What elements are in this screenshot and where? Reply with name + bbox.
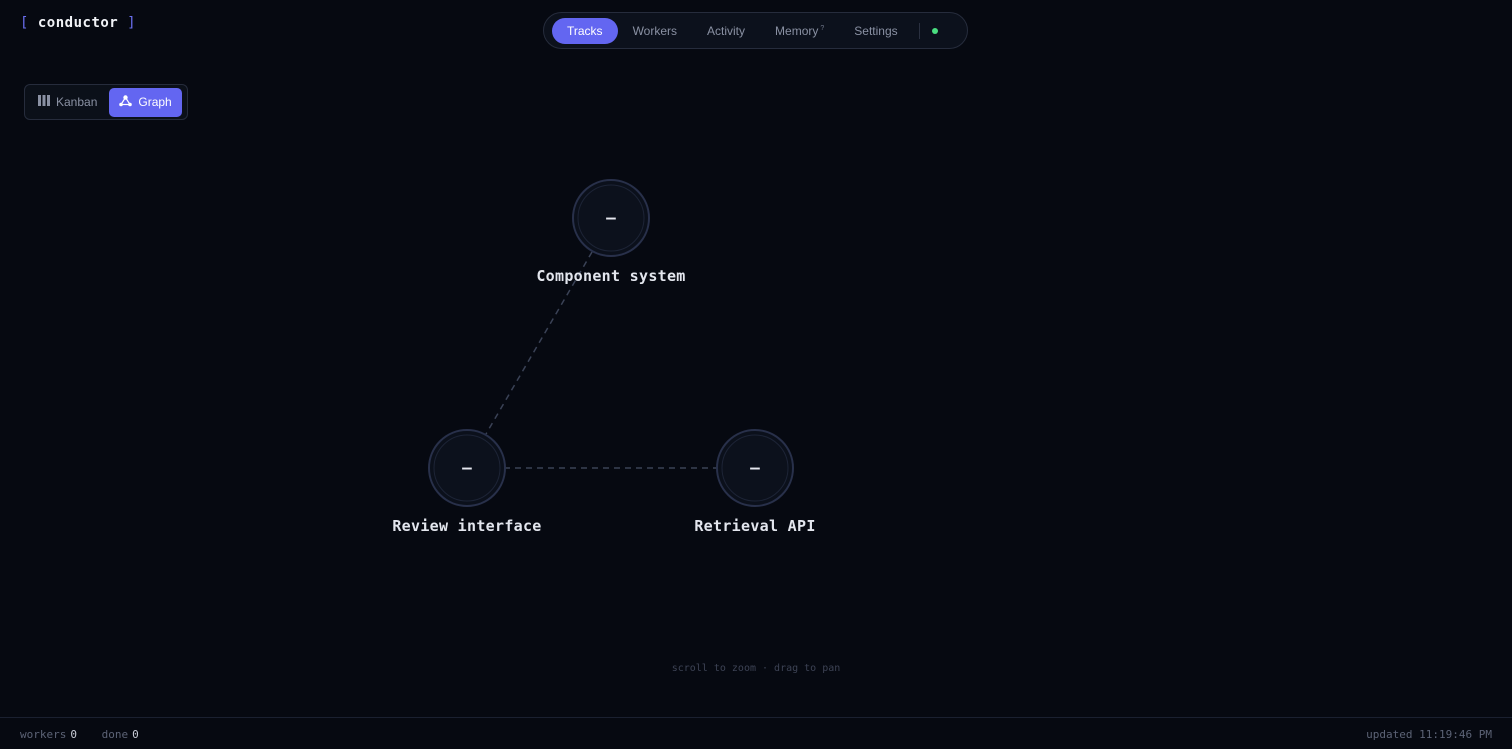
node-status-symbol: –	[606, 208, 616, 227]
node-label: Retrieval API	[694, 517, 815, 535]
workers-count: 0	[70, 728, 77, 741]
graph-hint: scroll to zoom · drag to pan	[671, 663, 841, 674]
workers-stat: workers 0	[20, 728, 77, 741]
updated-timestamp: updated 11:19:46 PM	[1366, 728, 1492, 741]
workers-label: workers	[20, 728, 67, 741]
node-label: Component system	[536, 267, 685, 285]
done-label: done	[101, 728, 129, 741]
done-stat: done 0	[102, 728, 139, 741]
graph-node-review-interface[interactable]: – Review interface	[392, 429, 541, 535]
done-count: 0	[132, 728, 139, 741]
status-bar: workers 0 done 0 updated 11:19:46 PM	[0, 717, 1512, 749]
graph-node-component-system[interactable]: – Component system	[536, 179, 685, 285]
footer-stats: workers 0 done 0	[20, 728, 157, 741]
node-status-symbol: –	[750, 458, 760, 477]
node-status-symbol: –	[462, 458, 472, 477]
node-label: Review interface	[392, 517, 541, 535]
dependency-graph[interactable]: – Component system – Review interface – …	[0, 0, 1512, 749]
graph-node-retrieval-api[interactable]: – Retrieval API	[694, 429, 815, 535]
